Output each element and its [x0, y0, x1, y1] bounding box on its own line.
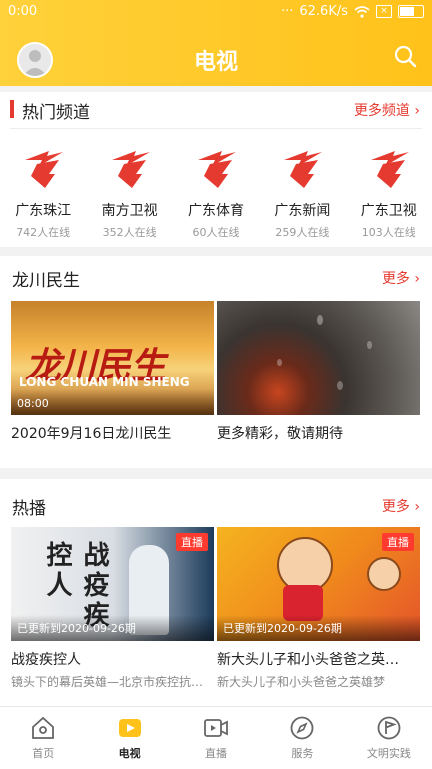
channel-list: 广东珠江 742人在线 南方卫视 352人在线 广东体育 60人在线 广东新闻 …: [0, 136, 432, 239]
channel-item[interactable]: 广东新闻 259人在线: [259, 136, 345, 239]
network-speed: 62.6K/s: [299, 4, 348, 19]
bottom-tab-bar: 首页 电视 直播 服务 文明实践: [0, 706, 432, 769]
more-link[interactable]: 更多 ›: [382, 268, 420, 288]
section-marker: [10, 100, 14, 118]
status-bar: 0:00 ··· 62.6K/s ×: [0, 0, 432, 24]
wifi-icon: [354, 5, 370, 18]
section-title: 热门频道: [22, 103, 90, 123]
tab-label: 文明实践: [366, 747, 411, 760]
tab-label: 服务: [291, 747, 314, 760]
channel-item[interactable]: 南方卫视 352人在线: [86, 136, 172, 239]
sim-off-icon: ×: [376, 5, 392, 18]
section-title: 热播: [12, 499, 46, 519]
more-dots-icon: ···: [280, 4, 294, 19]
channel-item[interactable]: 广东卫视 103人在线: [346, 136, 432, 239]
channel-viewers: 60人在线: [192, 226, 240, 239]
tab-label: 电视: [118, 747, 141, 760]
live-video-icon: [204, 719, 228, 737]
video-title: 更多精彩，敬请期待: [217, 426, 343, 442]
hot-channels-section: 热门频道 更多频道 › 广东珠江 742人在线 南方卫视 352人在线 广东体育…: [0, 92, 432, 247]
tab-label: 首页: [32, 747, 55, 760]
hot-play-header: 热播 更多 ›: [0, 479, 432, 519]
search-icon[interactable]: [393, 44, 417, 68]
more-channels-link[interactable]: 更多频道 ›: [354, 100, 420, 120]
gdtv-logo-icon: [111, 151, 150, 188]
program-card[interactable]: 战疫疾控人 直播 已更新到2020-09-26期 战疫疾控人 镜头下的幕后英雄—…: [11, 527, 214, 690]
channel-viewers: 742人在线: [16, 226, 71, 239]
section-title: 龙川民生: [12, 271, 80, 291]
video-card[interactable]: 更多精彩，敬请期待: [217, 301, 420, 443]
video-thumbnail: [217, 301, 420, 415]
update-status: 已更新到2020-09-26期: [17, 622, 136, 635]
more-link[interactable]: 更多 ›: [382, 496, 420, 516]
program-title: 战疫疾控人: [11, 652, 81, 668]
program-subtitle: 新大头儿子和小头爸爸之英雄梦: [217, 675, 386, 689]
channel-name: 广东珠江: [15, 203, 72, 219]
channel-item[interactable]: 广东体育 60人在线: [173, 136, 259, 239]
tab-civilization[interactable]: 文明实践: [346, 707, 432, 769]
gdtv-logo-icon: [25, 151, 64, 188]
status-time: 0:00: [8, 4, 38, 19]
channel-name: 广东卫视: [360, 203, 417, 219]
channel-name: 广东体育: [187, 203, 244, 219]
program-card[interactable]: 直播 已更新到2020-09-26期 新大头儿子和小头爸爸之英… 新大头儿子和小…: [217, 527, 420, 690]
live-badge: 直播: [382, 533, 414, 551]
program-subtitle: 镜头下的幕后英雄—北京市疾控抗…: [11, 675, 204, 689]
tab-live[interactable]: 直播: [173, 707, 259, 769]
tv-play-icon: [118, 719, 141, 737]
program-thumbnail: 直播 已更新到2020-09-26期: [217, 527, 420, 641]
video-thumbnail: 龙川民生 LONG CHUAN MIN SHENG 08:00: [11, 301, 214, 415]
video-time: 08:00: [17, 397, 49, 410]
gdtv-logo-icon: [197, 151, 236, 188]
program-thumbnail: 战疫疾控人 直播 已更新到2020-09-26期: [11, 527, 214, 641]
channel-viewers: 259人在线: [275, 226, 330, 239]
channel-name: 广东新闻: [274, 203, 331, 219]
program-title: 新大头儿子和小头爸爸之英…: [217, 652, 399, 668]
gdtv-logo-icon: [370, 151, 409, 188]
channel-viewers: 352人在线: [102, 226, 157, 239]
tab-home[interactable]: 首页: [0, 707, 86, 769]
video-title: 2020年9月16日龙川民生: [11, 426, 172, 442]
gdtv-logo-icon: [284, 151, 323, 188]
home-icon: [32, 716, 55, 739]
video-card[interactable]: 龙川民生 LONG CHUAN MIN SHENG 08:00 2020年9月1…: [11, 301, 214, 443]
longchuan-header: 龙川民生 更多 ›: [0, 256, 432, 291]
thumb-subtitle: LONG CHUAN MIN SHENG: [19, 375, 190, 389]
live-badge: 直播: [176, 533, 208, 551]
update-status: 已更新到2020-09-26期: [223, 622, 342, 635]
channel-item[interactable]: 广东珠江 742人在线: [0, 136, 86, 239]
page-title: 电视: [193, 50, 238, 75]
hot-channels-header: 热门频道 更多频道 ›: [0, 92, 432, 126]
longchuan-section: 龙川民生 更多 › 龙川民生 LONG CHUAN MIN SHENG 08:0…: [0, 256, 432, 468]
battery-icon: [398, 5, 424, 18]
hot-play-section: 热播 更多 › 战疫疾控人 直播 已更新到2020-09-26期 战疫疾控人 镜…: [0, 479, 432, 706]
app-header: 0:00 ··· 62.6K/s × 电视: [0, 0, 432, 86]
channel-viewers: 103人在线: [361, 226, 416, 239]
tab-service[interactable]: 服务: [259, 707, 345, 769]
tab-tv[interactable]: 电视: [86, 707, 172, 769]
divider: [10, 128, 422, 129]
compass-icon: [291, 716, 314, 740]
flag-icon: [377, 716, 401, 740]
tab-label: 直播: [205, 747, 228, 760]
channel-name: 南方卫视: [101, 203, 158, 219]
